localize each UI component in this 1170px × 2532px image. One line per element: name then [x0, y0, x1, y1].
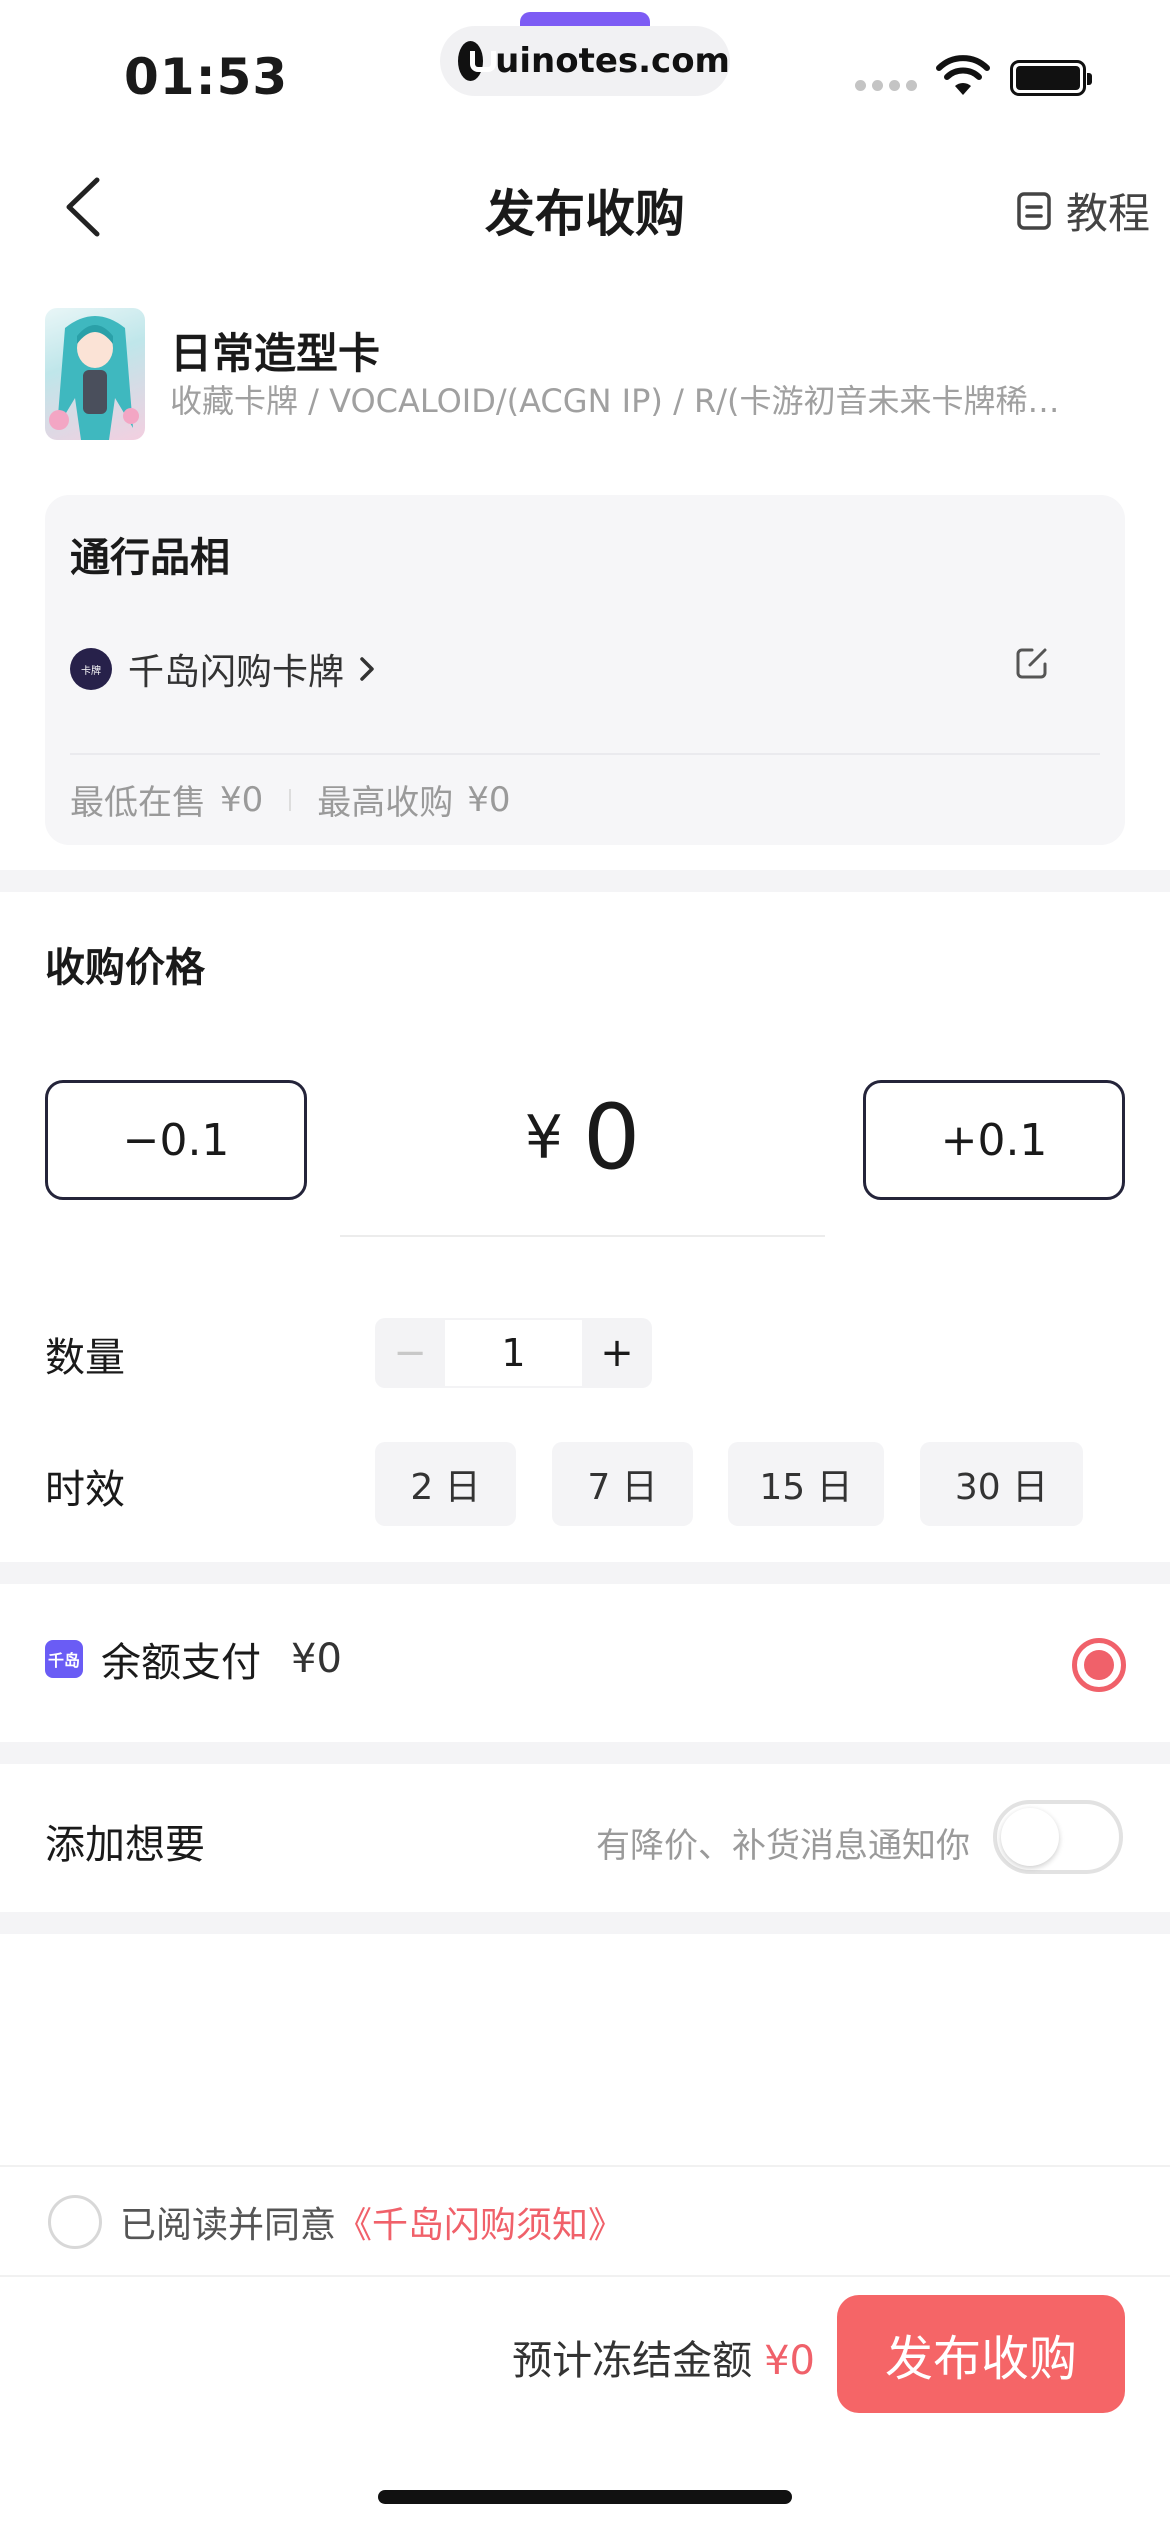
validity-option-7d[interactable]: 7 日	[552, 1442, 693, 1526]
wifi-icon	[936, 55, 990, 95]
product-name: 日常造型卡	[170, 329, 381, 378]
publish-button[interactable]: 发布收购	[837, 2295, 1125, 2413]
currency-symbol: ¥	[524, 1103, 563, 1173]
condition-title: 通行品相	[70, 535, 230, 581]
validity-option-2d[interactable]: 2 日	[375, 1442, 516, 1526]
agreement-row[interactable]: 已阅读并同意 《千岛闪购须知》	[48, 2195, 624, 2249]
product-thumbnail[interactable]	[45, 308, 145, 440]
validity-label: 时效	[45, 1467, 125, 1513]
battery-icon	[1010, 60, 1092, 96]
url-text: uinotes.com	[495, 41, 730, 81]
edit-icon[interactable]	[1014, 645, 1050, 681]
payment-label: 余额支付	[101, 1640, 261, 1686]
product-info: 日常造型卡 收藏卡牌 / VOCALOID/(ACGN IP) / R/(卡游初…	[45, 308, 1135, 443]
wishlist-hint: 有降价、补货消息通知你	[596, 1826, 970, 1866]
section-gap	[0, 1562, 1170, 1584]
agreement-text: 已阅读并同意	[120, 2205, 337, 2246]
lowest-sale-value: ¥0	[220, 779, 264, 820]
quantity-label: 数量	[45, 1335, 125, 1381]
cellular-signal-icon	[855, 80, 917, 91]
payment-method[interactable]: 千岛 余额支付 ¥0	[45, 1630, 342, 1688]
divider	[0, 2275, 1170, 2277]
freeze-label: 预计冻结金额	[512, 2338, 753, 2384]
lowest-sale-label: 最低在售	[70, 783, 206, 823]
url-pill[interactable]: uinotes.com	[440, 26, 730, 96]
market-prices: 最低在售 ¥0 最高收购 ¥0	[70, 775, 511, 824]
highest-buy-label: 最高收购	[317, 783, 454, 823]
divider	[70, 753, 1100, 755]
document-icon	[1017, 191, 1051, 230]
price-value: 0	[582, 1085, 641, 1190]
tutorial-button[interactable]: 教程	[1016, 180, 1150, 241]
home-indicator[interactable]	[378, 2490, 792, 2504]
quantity-value[interactable]: 1	[445, 1318, 582, 1388]
section-gap	[0, 1742, 1170, 1764]
shop-name: 千岛闪购卡牌	[128, 652, 345, 693]
payment-radio[interactable]	[1072, 1638, 1126, 1692]
price-underline	[340, 1235, 825, 1237]
nav-bar: 发布收购 教程	[0, 150, 1170, 260]
condition-card: 通行品相 卡牌 千岛闪购卡牌 最低在售 ¥0 最高收购 ¥0	[45, 495, 1125, 845]
agreement-link[interactable]: 《千岛闪购须知》	[336, 2196, 624, 2248]
tutorial-label: 教程	[1065, 189, 1150, 238]
highest-buy-value: ¥0	[467, 779, 511, 820]
status-bar: 01:53 uinotes.com	[0, 0, 1170, 140]
site-logo-icon	[458, 41, 497, 81]
wallet-icon: 千岛	[45, 1640, 83, 1678]
page-title: 发布收购	[485, 185, 685, 243]
price-decrease-button[interactable]: −0.1	[45, 1080, 307, 1200]
freeze-amount: 预计冻结金额 ¥0	[512, 2328, 815, 2386]
agreement-checkbox[interactable]	[48, 2195, 102, 2249]
chevron-right-icon	[360, 657, 374, 681]
character-illustration-icon	[49, 316, 139, 440]
product-category-path: 收藏卡牌 / VOCALOID/(ACGN IP) / R/(卡游初音未来卡牌稀…	[170, 382, 1060, 420]
quantity-decrease-button[interactable]: −	[375, 1318, 445, 1388]
shop-link[interactable]: 卡牌 千岛闪购卡牌	[70, 643, 376, 695]
wishlist-toggle[interactable]	[993, 1800, 1123, 1874]
validity-option-30d[interactable]: 30 日	[920, 1442, 1083, 1526]
section-gap	[0, 870, 1170, 892]
freeze-value: ¥0	[764, 2338, 815, 2384]
validity-option-15d[interactable]: 15 日	[728, 1442, 884, 1526]
price-increase-button[interactable]: +0.1	[863, 1080, 1125, 1200]
price-section-title: 收购价格	[45, 945, 205, 991]
status-time: 01:53	[124, 48, 289, 106]
payment-balance: ¥0	[291, 1636, 342, 1682]
price-input[interactable]: ¥0	[340, 1085, 825, 1190]
separator	[289, 788, 292, 811]
shop-logo-icon: 卡牌	[70, 648, 112, 690]
section-gap	[0, 1912, 1170, 1934]
divider	[0, 2165, 1170, 2167]
wishlist-label: 添加想要	[45, 1822, 205, 1868]
quantity-increase-button[interactable]: +	[582, 1318, 652, 1388]
quantity-stepper: − 1 +	[375, 1318, 652, 1388]
